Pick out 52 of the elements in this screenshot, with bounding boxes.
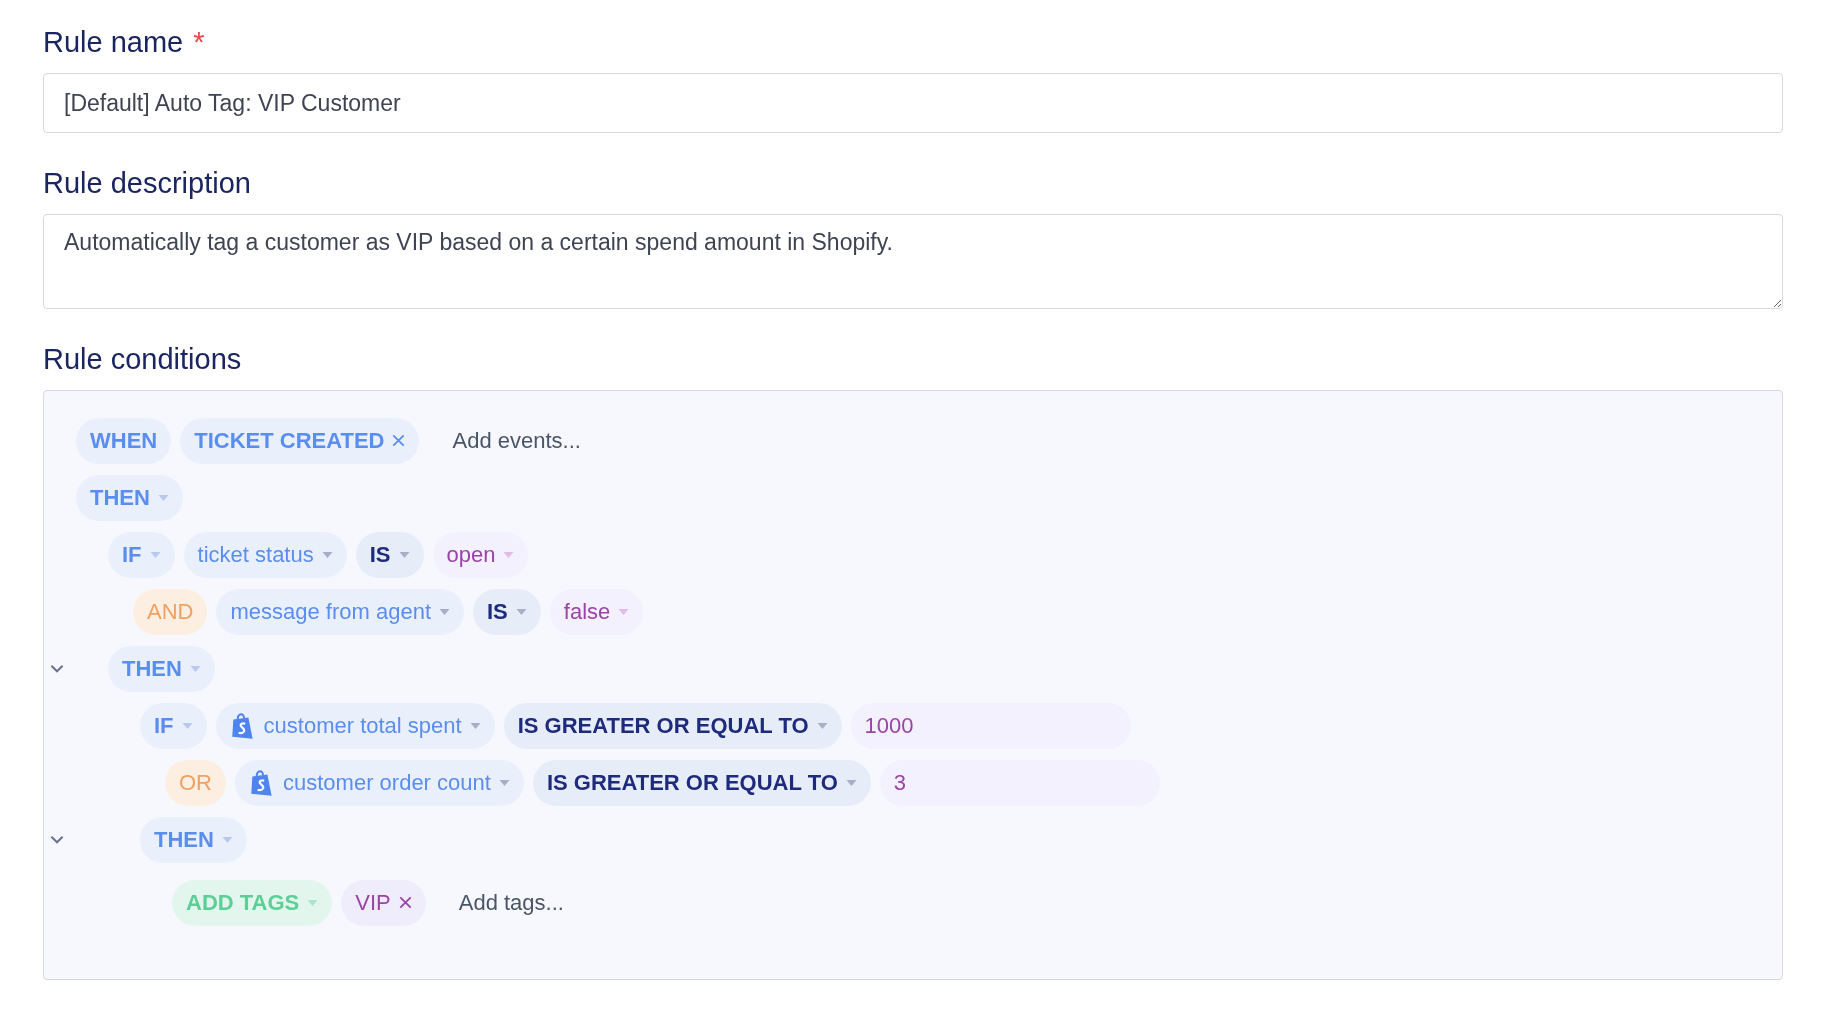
tag-chip[interactable]: VIP [341, 879, 426, 926]
value-field[interactable]: false [549, 588, 644, 635]
field-dropdown[interactable]: message from agent [216, 588, 464, 635]
rule-name-input[interactable]: [Default] Auto Tag: VIP Customer [43, 73, 1783, 133]
caret-icon [503, 551, 515, 558]
caret-icon [398, 551, 410, 558]
caret-icon [816, 722, 828, 729]
field-label: Rule conditions [43, 343, 243, 376]
keyword-dropdown[interactable]: IF [108, 531, 175, 578]
shopping-bag-icon [249, 767, 275, 798]
logic-label: OR [165, 759, 226, 806]
shopping-bag-icon [229, 710, 256, 741]
keyword-dropdown[interactable]: THEN [76, 474, 183, 521]
caret-icon [157, 494, 169, 501]
add-input[interactable]: Add tags... [458, 889, 564, 916]
operator-dropdown[interactable]: IS GREATER OR EQUAL TO [532, 759, 871, 806]
caret-icon [189, 665, 201, 672]
field-dropdown[interactable]: customer order count [235, 759, 524, 806]
caret-icon [845, 779, 857, 786]
caret-icon [221, 836, 233, 843]
caret-icon [618, 608, 630, 615]
required-mark: * [193, 26, 205, 59]
keyword-dropdown[interactable]: WHEN [76, 417, 172, 464]
caret-icon [439, 608, 450, 615]
chevron-icon[interactable] [50, 664, 64, 673]
value-field[interactable]: 1000 [850, 702, 1131, 749]
keyword-dropdown[interactable]: IF [140, 702, 207, 749]
caret-icon [515, 608, 527, 615]
close-icon[interactable] [392, 434, 406, 447]
caret-icon [307, 899, 319, 906]
field-dropdown[interactable]: customer total spent [215, 702, 495, 749]
logic-label: AND [133, 588, 208, 635]
field-label: Rule name [43, 26, 184, 59]
caret-icon [321, 551, 333, 558]
operator-dropdown[interactable]: IS [473, 588, 541, 635]
value-field[interactable]: 3 [879, 759, 1160, 806]
chevron-icon[interactable] [50, 835, 64, 844]
rule-description-textarea[interactable]: Automatically tag a customer as VIP based on a certain spend amount in Shopify. [43, 214, 1783, 309]
caret-icon [498, 779, 510, 786]
close-icon[interactable] [398, 896, 412, 909]
field-label: Rule description [43, 167, 252, 200]
keyword-dropdown[interactable]: THEN [108, 645, 215, 692]
operator-dropdown[interactable]: IS [355, 531, 424, 578]
event-tag[interactable]: TICKET CREATED [180, 417, 420, 464]
field-dropdown[interactable]: ticket status [183, 531, 347, 578]
operator-dropdown[interactable]: IS GREATER OR EQUAL TO [503, 702, 842, 749]
value-field[interactable]: open [432, 531, 529, 578]
add-input[interactable]: Add events... [452, 427, 581, 454]
caret-icon [181, 722, 193, 729]
caret-icon [469, 722, 481, 729]
keyword-dropdown[interactable]: THEN [140, 816, 247, 863]
caret-icon [149, 551, 161, 558]
